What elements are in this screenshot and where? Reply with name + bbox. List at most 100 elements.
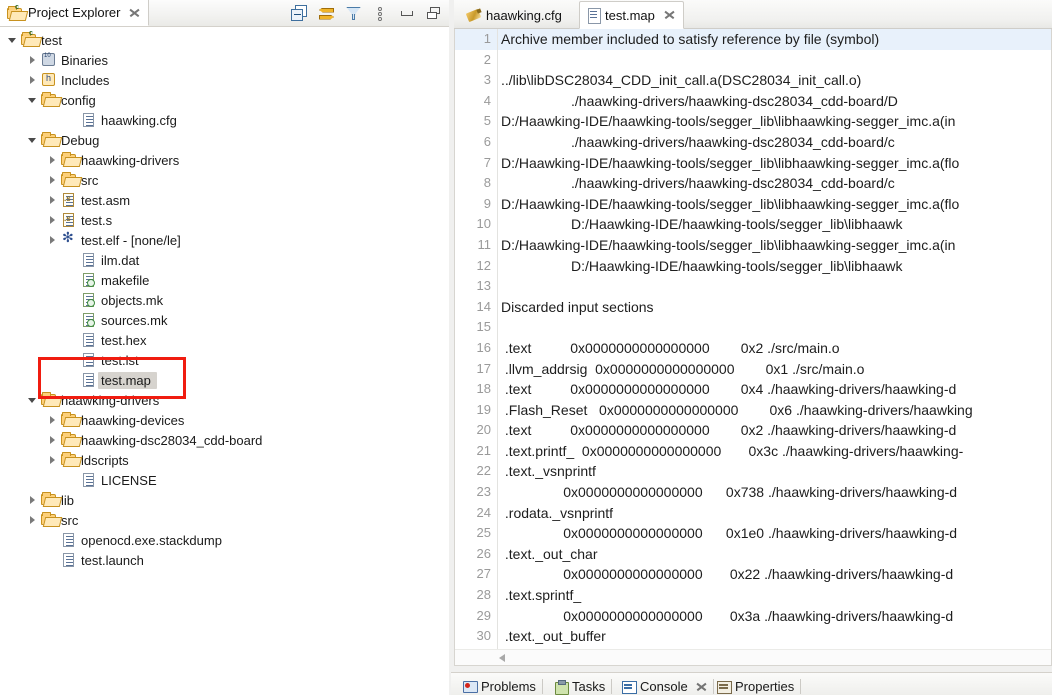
code-line[interactable]: 28 .text.sprintf_ [455,585,1051,606]
tree-item-test-lst[interactable]: test.lst [0,350,449,370]
tree-item-haawking-drivers[interactable]: haawking-drivers [0,150,449,170]
tree-item-objects-mk[interactable]: objects.mk [0,290,449,310]
code-line[interactable]: 19 .Flash_Reset 0x0000000000000000 0x6 .… [455,400,1051,421]
code-line[interactable]: 22 .text._vsnprintf [455,461,1051,482]
collapse-all-icon[interactable] [291,4,308,22]
chevron-right-icon[interactable] [26,510,40,530]
code-line[interactable]: 3 ../lib\libDSC28034_CDD_init_call.a(DSC2… [455,70,1051,91]
code-line[interactable]: 23 0x0000000000000000 0x738 ./haawking-d… [455,482,1051,503]
tree-item-ilm-dat[interactable]: ilm.dat [0,250,449,270]
chevron-down-icon[interactable] [6,30,20,50]
code-line[interactable]: 7 D:/Haawking-IDE/haawking-tools/segger_l… [455,153,1051,174]
tree-item-binaries[interactable]: Binaries [0,50,449,70]
bottom-tab-problems[interactable]: Problems [456,677,543,695]
code-line[interactable]: 4 ./haawking-drivers/haawking-dsc28034_c… [455,91,1051,112]
line-number: 18 [476,381,491,397]
tree-item-test-launch[interactable]: test.launch [0,550,449,570]
code-line[interactable]: 20 .text 0x0000000000000000 0x2 ./haawki… [455,420,1051,441]
maximize-icon[interactable] [426,5,443,22]
code-line[interactable]: 24 .rodata._vsnprintf [455,503,1051,524]
close-icon[interactable] [695,681,707,693]
code-line[interactable]: 15 [455,317,1051,338]
chevron-right-icon[interactable] [46,230,60,250]
code-line[interactable]: 25 0x0000000000000000 0x1e0 ./haawking-d… [455,523,1051,544]
code-line[interactable]: 5 D:/Haawking-IDE/haawking-tools/segger_l… [455,111,1051,132]
chevron-right-icon[interactable] [46,430,60,450]
tab-project-explorer[interactable]: c Project Explorer [0,0,150,26]
tree-item-config[interactable]: config [0,90,449,110]
line-text: D:/Haawking-IDE/haawking-tools/segger_li… [501,195,960,212]
code-line[interactable]: 16 .text 0x0000000000000000 0x2 ./src/ma… [455,338,1051,359]
tree-item-test-asm[interactable]: .s test.asm [0,190,449,210]
code-line[interactable]: 12 D:/Haawking-IDE/haawking-tools/segger… [455,256,1051,277]
chevron-down-icon[interactable] [26,390,40,410]
tree-item-sources-mk[interactable]: sources.mk [0,310,449,330]
chevron-right-icon[interactable] [26,490,40,510]
scroll-left-icon[interactable] [499,654,505,662]
code-line[interactable]: 30 .text._out_buffer [455,626,1051,647]
tree-item-label: haawking.cfg [101,112,177,128]
chevron-right-icon[interactable] [46,450,60,470]
project-tree[interactable]: ctest Binaries Includes config haawking.cfg D… [0,27,449,695]
tree-item-includes[interactable]: Includes [0,70,449,90]
chevron-right-icon[interactable] [46,170,60,190]
text-editor[interactable]: 1 Archive member included to satisfy refe… [454,29,1052,666]
tree-item-label: haawking-devices [81,412,185,428]
link-with-editor-icon[interactable] [318,5,335,22]
tree-item-test-s[interactable]: .s test.s [0,210,449,230]
tree-item-debug[interactable]: Debug [0,130,449,150]
code-line[interactable]: 27 0x0000000000000000 0x22 ./haawking-dr… [455,564,1051,585]
tree-item-ldscripts[interactable]: ldscripts [0,450,449,470]
line-text: .text.printf_ 0x0000000000000000 0x3c ./… [501,442,964,459]
minimize-icon[interactable] [399,5,416,22]
tree-item-test-elf-none-le[interactable]: test.elf - [none/le] [0,229,449,250]
tree-item-haawking-cfg[interactable]: haawking.cfg [0,110,449,130]
chevron-right-icon[interactable] [46,150,60,170]
code-line[interactable]: 10 D:/Haawking-IDE/haawking-tools/segger… [455,214,1051,235]
filter-icon[interactable] [345,5,362,22]
horizontal-scrollbar[interactable] [455,649,1051,665]
code-line[interactable]: 13 [455,276,1051,297]
tree-item-lib[interactable]: lib [0,490,449,510]
tree-item-haawking-dsc28034-cdd-board[interactable]: haawking-dsc28034_cdd-board [0,430,449,450]
bottom-tab-tasks[interactable]: Tasks [548,677,613,695]
code-line[interactable]: 11 D:/Haawking-IDE/haawking-tools/segger_… [455,235,1051,256]
code-line[interactable]: 21 .text.printf_ 0x0000000000000000 0x3c… [455,441,1051,462]
tree-item-haawking-devices[interactable]: haawking-devices [0,410,449,430]
code-line[interactable]: 9 D:/Haawking-IDE/haawking-tools/segger_l… [455,194,1051,215]
tree-item-test-hex[interactable]: test.hex [0,330,449,350]
chevron-down-icon[interactable] [26,130,40,150]
bottom-tab-properties[interactable]: Properties [710,677,802,695]
chevron-right-icon[interactable] [26,70,40,90]
view-menu-icon[interactable] [372,5,389,22]
tree-item-src[interactable]: src [0,510,449,530]
code-line[interactable]: 18 .text 0x0000000000000000 0x4 ./haawki… [455,379,1051,400]
chevron-right-icon[interactable] [46,410,60,430]
code-line[interactable]: 26 .text._out_char [455,544,1051,565]
code-line[interactable]: 2 [455,50,1051,71]
tree-item-haawking-drivers[interactable]: haawking-drivers [0,390,449,410]
close-icon[interactable] [663,9,675,21]
chevron-down-icon[interactable] [26,90,40,110]
code-line[interactable]: 17 .llvm_addrsig 0x0000000000000000 0x1 … [455,359,1051,380]
code-line[interactable]: 8 ./haawking-drivers/haawking-dsc28034_c… [455,173,1051,194]
code-line[interactable]: 29 0x0000000000000000 0x3a ./haawking-dr… [455,606,1051,627]
tab-haawking-cfg[interactable]: haawking.cfg [459,2,570,29]
bottom-tab-console[interactable]: Console [615,677,714,695]
code-line[interactable]: 14 Discarded input sections [455,297,1051,318]
tree-item-test-map[interactable]: test.map [0,370,449,390]
tree-item-label: haawking-drivers [61,392,160,408]
chevron-right-icon[interactable] [26,50,40,70]
tree-item-src[interactable]: src [0,170,449,190]
code-line[interactable]: 6 ./haawking-drivers/haawking-dsc28034_c… [455,132,1051,153]
chevron-right-icon[interactable] [46,190,60,210]
code-lines[interactable]: 1 Archive member included to satisfy refe… [455,29,1051,649]
tree-item-makefile[interactable]: makefile [0,270,449,290]
close-icon[interactable] [128,7,140,19]
chevron-right-icon[interactable] [46,210,60,230]
tree-item-test[interactable]: c test [0,30,449,50]
code-line[interactable]: 1 Archive member included to satisfy refe… [455,29,1051,50]
tab-test-map[interactable]: test.map [579,1,684,29]
tree-item-openocd-exe-stackdump[interactable]: openocd.exe.stackdump [0,530,449,550]
tree-item-license[interactable]: LICENSE [0,470,449,490]
